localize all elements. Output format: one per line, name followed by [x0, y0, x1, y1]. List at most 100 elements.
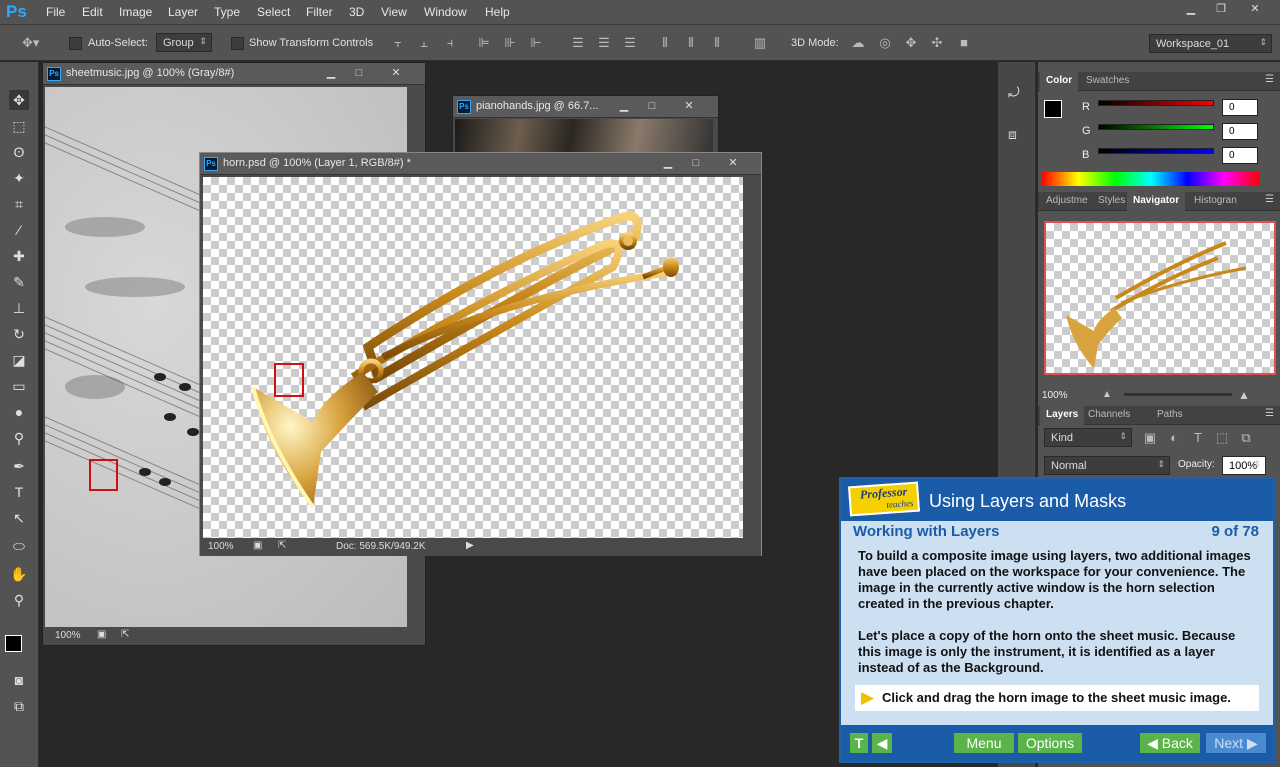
tab-navigator[interactable]: Navigator: [1127, 192, 1186, 211]
status-export-icon[interactable]: ⇱: [121, 629, 129, 640]
type-tool-icon[interactable]: T: [9, 482, 29, 502]
tab-adjustments[interactable]: Adjustme: [1040, 192, 1094, 211]
close-icon[interactable]: ✕: [383, 65, 409, 81]
minimize-icon[interactable]: ▁: [655, 155, 681, 171]
hand-tool-icon[interactable]: ✋: [9, 564, 29, 584]
maximize-icon[interactable]: □: [639, 98, 665, 114]
3d-slide-icon[interactable]: ✣: [929, 35, 945, 51]
sheetmusic-zoom[interactable]: 100%: [55, 630, 81, 641]
menu-3d[interactable]: 3D: [349, 5, 364, 19]
horn-zoom[interactable]: 100%: [208, 541, 234, 552]
align-vcenter-icon[interactable]: ⫠: [416, 35, 432, 51]
brush-tool-icon[interactable]: ✎: [9, 272, 29, 292]
close-icon[interactable]: ✕: [720, 155, 746, 171]
text-toggle-button[interactable]: T: [850, 733, 868, 753]
distribute-bottom-icon[interactable]: ☰: [622, 35, 638, 51]
panel-menu-icon[interactable]: ☰: [1265, 74, 1274, 85]
status-menu-arrow-icon[interactable]: ▶: [466, 540, 474, 551]
horn-image[interactable]: [203, 177, 743, 538]
magic-wand-tool-icon[interactable]: ✦: [9, 168, 29, 188]
status-info-icon[interactable]: ▣: [97, 629, 106, 640]
distribute-left-icon[interactable]: ⦀: [657, 35, 673, 51]
auto-select-dropdown[interactable]: Group: [156, 33, 212, 52]
sheetmusic-titlebar[interactable]: Ps sheetmusic.jpg @ 100% (Gray/8#) ▁ □ ✕: [43, 63, 425, 85]
layer-filter-kind[interactable]: Kind: [1044, 428, 1132, 447]
options-button[interactable]: Options: [1018, 733, 1082, 753]
menu-select[interactable]: Select: [257, 5, 290, 19]
align-hcenter-icon[interactable]: ⊪: [502, 35, 518, 51]
move-tool-preset-icon[interactable]: ✥▾: [22, 35, 39, 51]
distribute-top-icon[interactable]: ☰: [570, 35, 586, 51]
b-slider[interactable]: [1098, 148, 1214, 154]
navigator-zoom-slider[interactable]: [1124, 393, 1232, 396]
align-top-icon[interactable]: ⫟: [390, 35, 406, 51]
3d-rotate-icon[interactable]: ☁: [850, 35, 866, 51]
navigator-preview[interactable]: [1044, 221, 1276, 375]
tab-color[interactable]: Color: [1040, 72, 1079, 91]
eraser-tool-icon[interactable]: ◪: [9, 350, 29, 370]
tab-histogram[interactable]: Histogran: [1188, 192, 1243, 211]
align-bottom-icon[interactable]: ⫞: [442, 35, 458, 51]
lasso-tool-icon[interactable]: ʘ: [9, 142, 29, 162]
healing-brush-tool-icon[interactable]: ✚: [9, 246, 29, 266]
pianohands-canvas[interactable]: [455, 119, 713, 155]
r-value[interactable]: 0: [1222, 99, 1258, 116]
3d-roll-icon[interactable]: ◎: [877, 35, 893, 51]
tab-styles[interactable]: Styles: [1092, 192, 1131, 211]
pen-tool-icon[interactable]: ✒: [9, 456, 29, 476]
status-info-icon[interactable]: ▣: [253, 540, 262, 551]
clone-stamp-tool-icon[interactable]: ⊥: [9, 298, 29, 318]
menu-image[interactable]: Image: [119, 5, 152, 19]
menu-file[interactable]: File: [46, 5, 65, 19]
crop-tool-icon[interactable]: ⌗: [9, 194, 29, 214]
workspace-dropdown[interactable]: Workspace_01: [1149, 34, 1272, 53]
blur-tool-icon[interactable]: ●: [9, 402, 29, 422]
menu-layer[interactable]: Layer: [168, 5, 198, 19]
zoom-in-icon[interactable]: ▲: [1238, 388, 1250, 402]
maximize-icon[interactable]: □: [346, 65, 372, 81]
filter-adjustment-icon[interactable]: ◐: [1166, 430, 1182, 445]
3d-pan-icon[interactable]: ✥: [903, 35, 919, 51]
screen-mode-icon[interactable]: ⧉: [9, 696, 29, 716]
tab-paths[interactable]: Paths: [1151, 406, 1189, 425]
ellipse-tool-icon[interactable]: ⬭: [9, 536, 29, 556]
minimize-icon[interactable]: ▁: [318, 65, 344, 81]
menu-button[interactable]: Menu: [954, 733, 1014, 753]
blend-mode-dropdown[interactable]: Normal: [1044, 456, 1170, 475]
panel-menu-icon[interactable]: ☰: [1265, 408, 1274, 419]
horn-canvas[interactable]: [203, 177, 743, 538]
tab-channels[interactable]: Channels: [1082, 406, 1136, 425]
minimize-icon[interactable]: ▁: [611, 98, 637, 114]
app-close-icon[interactable]: ✕: [1240, 0, 1270, 18]
app-minimize-icon[interactable]: ▁: [1176, 0, 1206, 18]
status-export-icon[interactable]: ⇱: [278, 540, 286, 551]
r-slider[interactable]: [1098, 100, 1214, 106]
menu-help[interactable]: Help: [485, 5, 510, 19]
filter-type-icon[interactable]: T: [1190, 430, 1206, 445]
auto-select-checkbox[interactable]: [69, 37, 82, 50]
zoom-tool-icon[interactable]: ⚲: [9, 590, 29, 610]
eyedropper-tool-icon[interactable]: ⁄: [9, 220, 29, 240]
quick-mask-icon[interactable]: ◙: [9, 670, 29, 690]
back-button[interactable]: ◀ Back: [1140, 733, 1200, 753]
move-tool-icon[interactable]: ✥: [9, 90, 29, 110]
menu-filter[interactable]: Filter: [306, 5, 333, 19]
audio-toggle-icon[interactable]: ◀: [872, 733, 892, 753]
app-restore-icon[interactable]: ❐: [1206, 0, 1236, 18]
history-brush-tool-icon[interactable]: ↻: [9, 324, 29, 344]
path-selection-tool-icon[interactable]: ↖: [9, 508, 29, 528]
panel-menu-icon[interactable]: ☰: [1265, 194, 1274, 205]
history-panel-icon[interactable]: ⤾: [1008, 84, 1020, 101]
tab-swatches[interactable]: Swatches: [1080, 72, 1135, 91]
next-button[interactable]: Next ▶: [1206, 733, 1266, 753]
menu-window[interactable]: Window: [424, 5, 467, 19]
marquee-tool-icon[interactable]: ⬚: [9, 116, 29, 136]
3d-scale-icon[interactable]: ■: [956, 35, 972, 50]
3d-panel-icon[interactable]: ⧈: [1008, 126, 1017, 143]
auto-align-icon[interactable]: ▥: [752, 35, 768, 51]
menu-view[interactable]: View: [381, 5, 407, 19]
color-ramp[interactable]: [1042, 172, 1260, 186]
g-slider[interactable]: [1098, 124, 1214, 130]
distribute-right-icon[interactable]: ⦀: [709, 35, 725, 51]
horn-titlebar[interactable]: Ps horn.psd @ 100% (Layer 1, RGB/8#) * ▁…: [200, 153, 761, 175]
